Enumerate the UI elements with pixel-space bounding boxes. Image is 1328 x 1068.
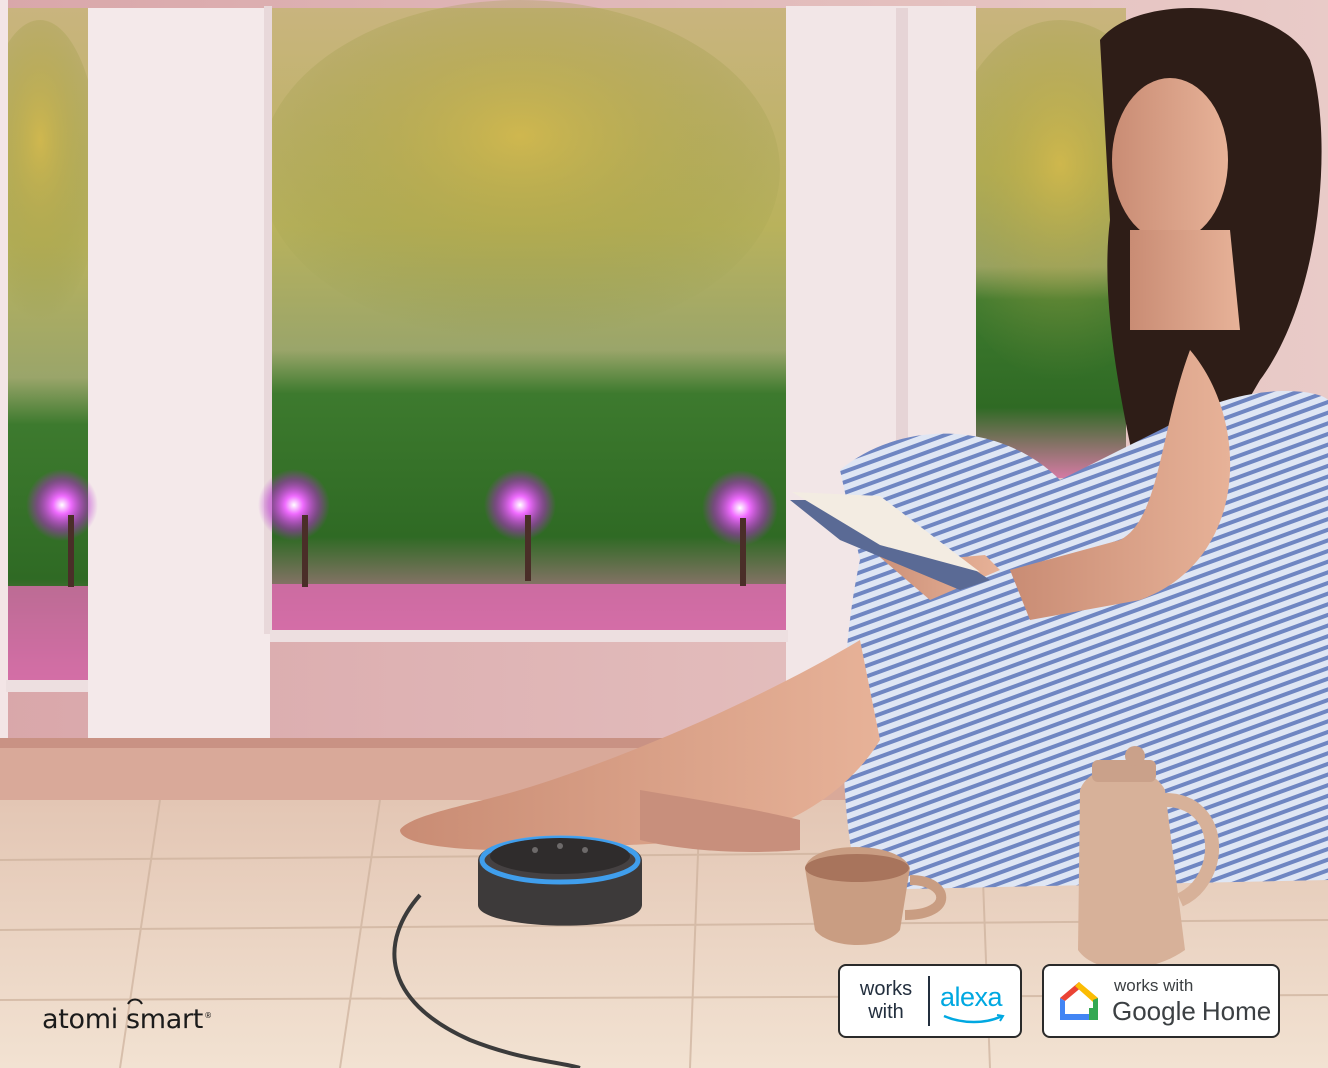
alexa-smile-icon — [943, 1013, 1005, 1023]
brand-word-smart: smart® — [126, 998, 212, 1035]
atomi-smart-logo: atomi smart® — [42, 998, 212, 1035]
google-home-wordmark: Google Home — [1112, 996, 1272, 1026]
brand-word-atomi: atomi — [42, 1004, 118, 1035]
works-with-alexa-badge: works with alexa — [838, 964, 1022, 1038]
wifi-arc-icon — [127, 998, 143, 1005]
room-photo — [0, 0, 1328, 1068]
works-with-google-home-badge: works with Google Home — [1042, 964, 1280, 1038]
alexa-works-with-text: works with — [859, 978, 913, 1023]
google-home-icon — [1060, 982, 1098, 1020]
product-lifestyle-image: atomi smart® works with alexa works with… — [0, 0, 1328, 1068]
badge-divider — [928, 976, 930, 1026]
alexa-logo: alexa — [940, 982, 1005, 1023]
google-home-text: works with Google Home — [1112, 976, 1272, 1026]
